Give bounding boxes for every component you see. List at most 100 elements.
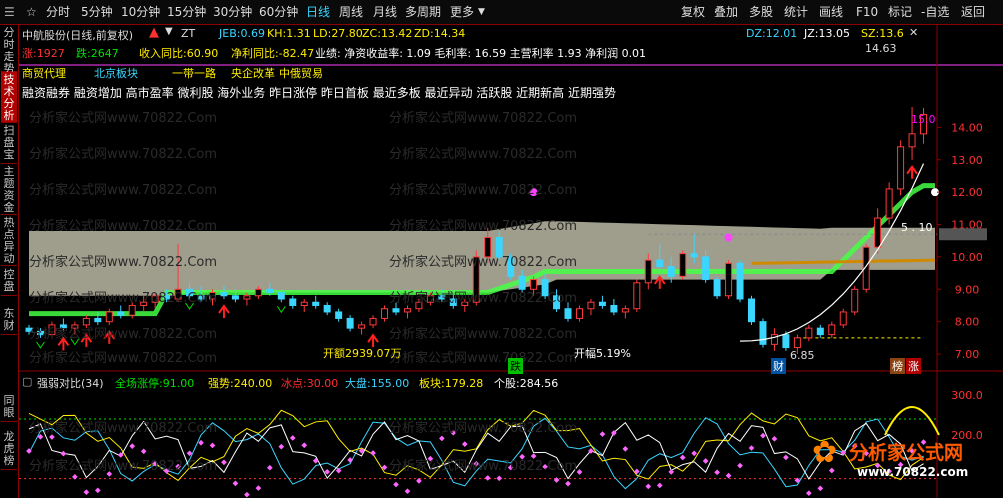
sidebar-item-longhu[interactable]: 龙虎榜 [1, 429, 17, 470]
die-label: 跌 [508, 358, 523, 374]
tab-15min[interactable]: 15分钟 [167, 3, 206, 21]
sub-value-bingdian: 冰点:30.00 [281, 377, 339, 390]
tab-multi-period[interactable]: 多周期 [405, 3, 441, 21]
candle-body [369, 317, 377, 326]
draw-line-button[interactable]: 画线 [819, 3, 843, 21]
signal-diamond [255, 485, 262, 491]
indicator-sz: SZ:13.6 [861, 27, 904, 40]
candle-body [736, 262, 744, 300]
tab-5min[interactable]: 5分钟 [81, 3, 113, 21]
tab-60min[interactable]: 60分钟 [259, 3, 298, 21]
buy-arrow-icon [218, 304, 230, 318]
watermark: 分析家公式网www.70822.Com [29, 255, 218, 270]
candle-body [346, 317, 354, 329]
watermark: 分析家公式网www.70822.Com [29, 351, 218, 366]
watermark: 分析家公式网www.70822.Com [29, 327, 218, 342]
sidebar-item-tongyan[interactable]: 同眼 [1, 393, 17, 422]
sell-arrow-icon [276, 305, 286, 314]
watermark: 分析家公式网www.70822.Com [29, 183, 218, 198]
candle-body [713, 279, 721, 297]
signal-diamond [404, 488, 411, 495]
tab-fenshi[interactable]: 分时 [46, 3, 70, 21]
watermark: 分析家公式网www.70822.Com [389, 183, 578, 198]
candle-body [851, 288, 859, 313]
tag-yangqi: 央企改革 [231, 67, 275, 80]
signal-diamond [599, 431, 606, 437]
watermark: 分析家公式网www.70822.Com [389, 219, 578, 234]
indicator-jz: JZ:13.05 [804, 27, 850, 40]
tab-week[interactable]: 周线 [339, 3, 363, 21]
signal-diamond [725, 472, 732, 479]
sidebar-item-control[interactable]: 控盘 [1, 267, 17, 296]
f10-button[interactable]: F10 [856, 3, 878, 21]
sidebar-item-scan[interactable]: 扫盘宝 [1, 123, 17, 164]
signal-diamond [702, 458, 709, 464]
menu-icon[interactable]: ☰ [4, 3, 15, 21]
candle-body [656, 259, 664, 268]
candle-body [403, 308, 411, 313]
candle-body [621, 308, 629, 313]
signal-diamond [140, 448, 147, 455]
stats-button[interactable]: 统计 [784, 3, 808, 21]
watermark: 分析家公式网www.70822.Com [389, 459, 578, 474]
chevron-down-icon[interactable]: ▼ [478, 3, 485, 21]
sidebar-item-hot[interactable]: 热点异动 [1, 215, 17, 266]
signal-diamond [312, 457, 319, 464]
signal-diamond [645, 483, 652, 490]
candle-body [587, 301, 595, 310]
sidebar-item-dongcai[interactable]: 东财 [1, 306, 17, 335]
stock-title: 中航股份(日线,前复权) [22, 29, 134, 42]
tab-more[interactable]: 更多 [450, 3, 474, 21]
candle-body [702, 256, 710, 281]
signal-diamond [461, 441, 468, 447]
tag-shangmao: 商贸代理 [22, 67, 66, 80]
signal-diamond [817, 485, 824, 492]
multi-stock-button[interactable]: 多股 [749, 3, 773, 21]
tab-month[interactable]: 月线 [373, 3, 397, 21]
mark-button[interactable]: 标记 [888, 3, 912, 21]
candle-body [748, 298, 756, 323]
signal-diamond [748, 445, 755, 451]
tab-30min[interactable]: 30分钟 [213, 3, 252, 21]
concept-tags: 融资融券 融资增加 高市盈率 微利股 海外业务 昨日涨停 昨日首板 最近多板 最… [22, 86, 616, 100]
level-15-label: 15.0 [911, 113, 936, 126]
overlay-button[interactable]: 叠加 [714, 3, 738, 21]
sidebar-item-fund[interactable]: 主题资金 [1, 164, 17, 215]
signal-diamond [622, 446, 629, 452]
y-tick-label: 12.00 [951, 186, 983, 199]
tab-10min[interactable]: 10分钟 [121, 3, 160, 21]
buy-arrow-icon [906, 165, 918, 179]
watermark: 分析家公式网www.70822.Com [389, 421, 578, 436]
candle-body [231, 295, 239, 300]
amount-label: 开额2939.07万 [323, 347, 402, 360]
y-tick-label: 14.00 [951, 121, 983, 134]
close-icon[interactable]: ✕ [909, 26, 918, 39]
candle-body [335, 311, 343, 319]
watermark: 分析家公式网www.70822.Com [29, 421, 218, 436]
signal-diamond [347, 457, 353, 463]
sidebar-item-fenshi[interactable]: 分时走势 [1, 25, 17, 75]
signal-diamond [198, 439, 204, 446]
add-watchlist-button[interactable]: -自选 [921, 3, 949, 21]
candle-body [874, 217, 882, 248]
candle-body [323, 304, 331, 313]
tab-day[interactable]: 日线 [306, 3, 330, 21]
candle-body [289, 298, 297, 306]
fuquan-button[interactable]: 复权 [681, 3, 705, 21]
toolbar: ☰ ☆ 分时 5分钟 10分钟 15分钟 30分钟 60分钟 日线 周线 月线 … [0, 0, 1003, 25]
y-tick-label: 10.00 [951, 251, 983, 264]
signal-diamond [484, 475, 491, 481]
signal-diamond [679, 454, 686, 461]
bang-badge: 榜 [890, 358, 905, 374]
up-arrow-icon: ▲ [149, 25, 159, 40]
sub-value-qiangshi: 强势:240.00 [208, 377, 273, 390]
star-icon[interactable]: ☆ [26, 3, 37, 21]
signal-dot [724, 233, 733, 242]
back-button[interactable]: 返回 [961, 3, 985, 21]
signal-diamond [289, 435, 296, 441]
candle-body [805, 327, 813, 339]
sub-panel-icon[interactable]: ▢ [22, 375, 32, 388]
sidebar-item-tech[interactable]: 技术分析 [1, 72, 17, 123]
chart-area[interactable]: 7.00 8.00 9.00 10.00 11.00 12.00 13.00 14.00 300… [19, 25, 1003, 498]
sub-value-quanchang: 全场涨停:91.00 [115, 377, 195, 390]
